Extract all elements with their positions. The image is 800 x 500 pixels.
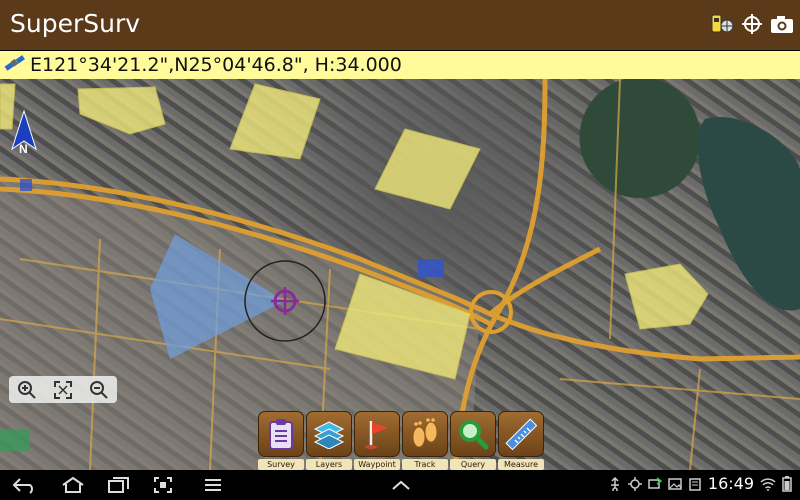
survey-polygon-2 [229,83,321,160]
survey-button[interactable]: Survey [258,411,304,470]
status-area: 16:49 [608,474,792,493]
recent-apps-button[interactable] [107,474,131,496]
zoom-controls [9,376,117,403]
expand-button[interactable] [390,474,412,496]
survey-label: Survey [258,459,304,470]
track-tile [402,411,448,457]
wifi-icon [760,477,776,491]
layers-button[interactable]: Layers [306,411,352,470]
waypoint-label: Waypoint [354,459,400,470]
app-actions [710,12,794,36]
blue-feature-2 [20,179,32,191]
camera-icon[interactable] [770,12,794,36]
layers-icon [313,421,345,449]
measure-button[interactable]: Measure [498,411,544,470]
coordinate-readout: E121°34'21.2",N25°04'46.8", H:34.000 [30,54,402,76]
zoom-out-icon [90,380,108,399]
home-button[interactable] [60,474,86,496]
home-icon [62,476,84,493]
gps-status-icon [627,476,642,491]
flag-icon [365,421,388,449]
battery-icon [782,475,792,492]
satellite-icon [4,54,26,79]
zoom-out-button[interactable] [86,378,112,402]
zoom-in-button[interactable] [14,378,40,402]
app-bar: SuperSurv [0,0,800,50]
measure-tile [498,411,544,457]
coordinate-bar: E121°34'21.2",N25°04'46.8", H:34.000 [0,51,800,79]
zoom-extent-icon [54,380,72,399]
query-label: Query [450,459,496,470]
recent-apps-icon [108,477,129,493]
sync-icon [648,476,662,489]
layers-label: Layers [306,459,352,470]
green-area [0,429,30,451]
magnifier-icon [459,420,489,450]
screenshot-button[interactable] [153,474,173,496]
usb-icon [610,476,619,491]
survey-polygon-3 [374,128,481,210]
north-arrow-icon: N [10,109,38,157]
clipboard-icon [269,419,293,450]
survey-polygon-1 [77,86,166,135]
clock: 16:49 [707,474,754,493]
menu-button[interactable] [203,474,223,496]
back-button[interactable] [12,474,38,496]
waypoint-button[interactable]: Waypoint [354,411,400,470]
blue-feature-1 [418,259,444,277]
clipboard-status-icon [689,477,701,491]
north-label: N [19,142,28,156]
zoom-in-icon [18,380,36,399]
track-button[interactable]: Track [402,411,448,470]
query-tile [450,411,496,457]
menu-icon [205,479,221,491]
zoom-extent-button[interactable] [50,378,76,402]
branch-road [488,246,602,316]
screenshot-icon [154,477,172,493]
back-icon [12,478,33,494]
system-nav-bar: 16:49 [0,470,800,500]
footprints-icon [412,418,438,448]
map-view[interactable]: N Survey Layers Waypoint Track Query Mea… [0,79,800,470]
query-button[interactable]: Query [450,411,496,470]
survey-polygon-6 [624,263,709,330]
gps-device-icon[interactable] [710,12,734,36]
measure-label: Measure [498,459,544,470]
layers-tile [306,411,352,457]
image-icon [668,477,682,490]
track-label: Track [402,459,448,470]
crosshair-icon[interactable] [740,12,764,36]
survey-tile [258,411,304,457]
ruler-icon [505,418,537,450]
tool-bar: Survey Layers Waypoint Track Query Measu… [258,411,544,470]
waypoint-tile [354,411,400,457]
app-title: SuperSurv [10,9,141,38]
chevron-up-icon [392,480,410,490]
pond [697,117,800,311]
